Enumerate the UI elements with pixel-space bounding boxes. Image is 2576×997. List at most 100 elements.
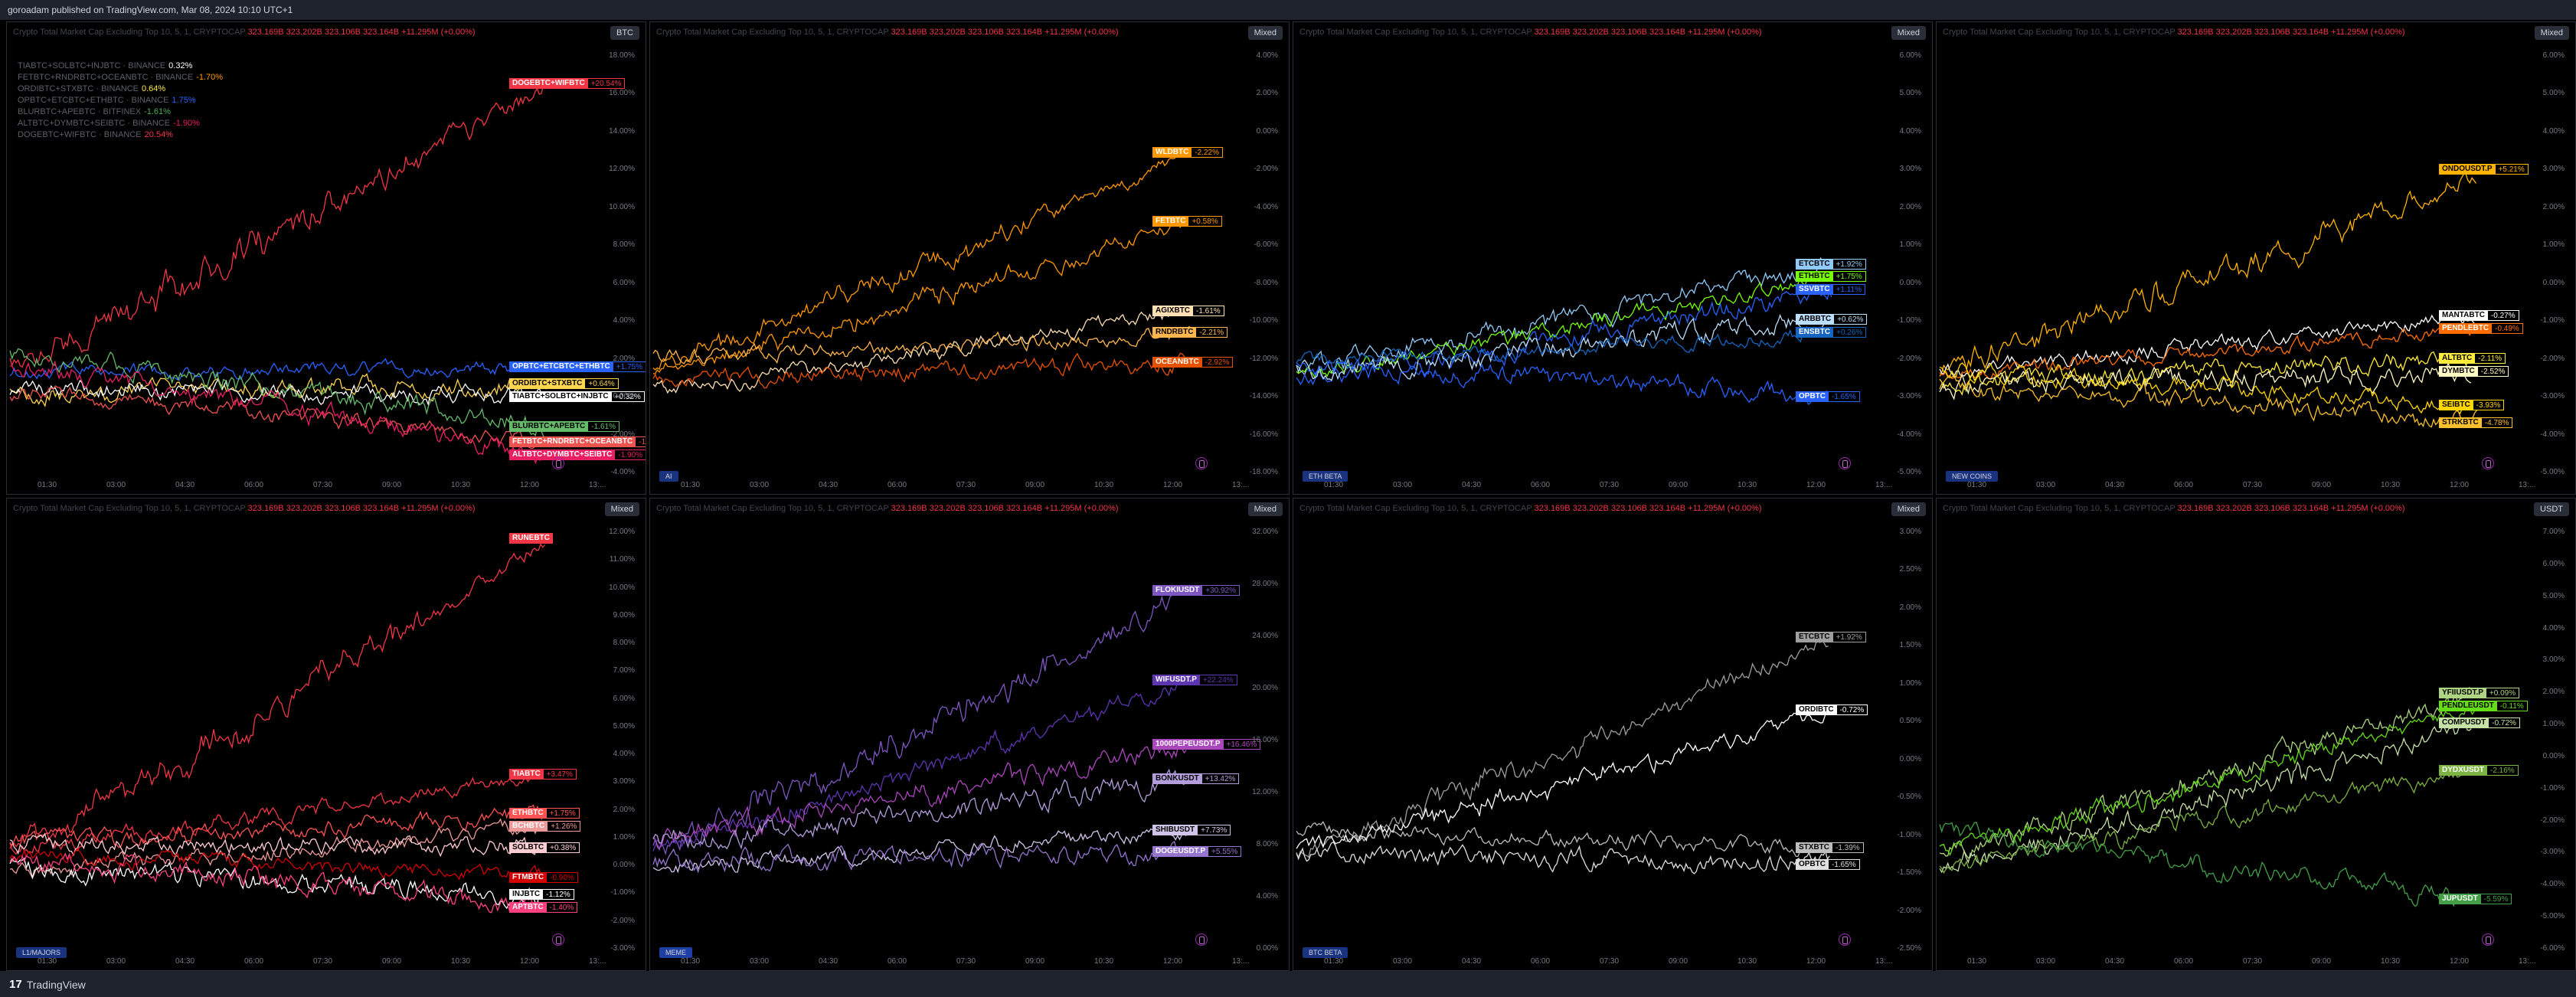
price-axis-label: -1.00% — [2540, 316, 2565, 325]
badge-symbol: ENSBTC — [1796, 327, 1834, 338]
chart-panel-8[interactable]: Crypto Total Market Cap Excluding Top 10… — [1936, 498, 2576, 971]
price-axis-label: -10.00% — [1249, 316, 1278, 325]
chart-panel-2[interactable]: Crypto Total Market Cap Excluding Top 10… — [649, 21, 1290, 495]
replay-icon[interactable] — [552, 933, 564, 946]
price-axis-label: -1.00% — [610, 888, 635, 897]
brand-label: TradingView — [26, 978, 86, 991]
badge-percent: -1.12% — [543, 889, 574, 901]
legend-row[interactable]: BLURBTC+APEBTC · BITFINEX -1.61% — [18, 106, 223, 118]
series-line — [652, 307, 1189, 394]
replay-icon[interactable] — [552, 457, 564, 469]
legend-row[interactable]: TIABTC+SOLBTC+INJBTC · BINANCE 0.32% — [18, 60, 223, 72]
legend-row[interactable]: ORDIBTC+STXBTC · BINANCE 0.64% — [18, 83, 223, 95]
series-line — [1939, 722, 2472, 874]
time-axis-label: 03:00 — [750, 957, 770, 966]
chart-panel-1[interactable]: Crypto Total Market Cap Excluding Top 10… — [6, 21, 646, 495]
group-tag: MEME — [659, 947, 692, 958]
price-axis-label: 2.00% — [2542, 202, 2565, 211]
price-axis-label: 3.00% — [613, 777, 635, 786]
badge-symbol: WLDBTC — [1152, 147, 1192, 158]
price-axis-label: 1.00% — [2542, 720, 2565, 729]
badge-symbol: ETHBTC — [1796, 271, 1833, 283]
legend-row[interactable]: ALTBTC+DYMBTC+SEIBTC · BINANCE -1.90% — [18, 118, 223, 129]
series-line — [1296, 639, 1829, 858]
badge-symbol: ARBBTC — [1796, 314, 1835, 325]
price-axis-label: 0.00% — [2542, 278, 2565, 287]
price-axis-label: 20.00% — [1252, 684, 1278, 692]
price-axis-label: 2.00% — [1256, 89, 1278, 98]
time-axis-label: 13:... — [2519, 957, 2536, 966]
replay-icon[interactable] — [1839, 457, 1851, 469]
legend-row[interactable]: DOGEBTC+WIFBTC · BINANCE 20.54% — [18, 129, 223, 141]
price-plot[interactable] — [650, 22, 1290, 495]
badge-percent: +1.11% — [1832, 284, 1866, 296]
price-axis-label: 16.00% — [609, 89, 635, 98]
time-axis-label: 01:30 — [1324, 957, 1344, 966]
replay-icon[interactable] — [1839, 933, 1851, 946]
price-axis-label: -2.00% — [2540, 816, 2565, 825]
chart-panel-7[interactable]: Crypto Total Market Cap Excluding Top 10… — [1293, 498, 1933, 971]
legend-value: 1.75% — [172, 96, 196, 105]
time-axis-label: 13:... — [589, 481, 606, 489]
time-axis-label: 06:00 — [244, 481, 264, 489]
series-price-badge: 1000PEPEUSDT.P +16.46% — [1152, 739, 1261, 750]
price-axis-label: -3.00% — [2540, 392, 2565, 401]
chart-panel-3[interactable]: Crypto Total Market Cap Excluding Top 10… — [1293, 21, 1933, 495]
badge-symbol: MANTABTC — [2439, 309, 2488, 321]
time-axis-label: 01:30 — [681, 481, 701, 489]
price-axis-label: 0.00% — [613, 392, 635, 401]
time-axis-label: 07:30 — [2243, 481, 2263, 489]
series-price-badge: ONDOUSDT.P +5.21% — [2439, 164, 2529, 175]
badge-symbol: YFIIUSDT.P — [2439, 688, 2486, 698]
badge-symbol: STXBTC — [1796, 842, 1832, 853]
badge-symbol: PENDLEBTC — [2439, 322, 2493, 334]
publish-info: goroadam published on TradingView.com, M… — [8, 5, 293, 15]
price-axis-label: 28.00% — [1252, 580, 1278, 588]
badge-percent: -1.65% — [1829, 391, 1860, 403]
badge-symbol: 1000PEPEUSDT.P — [1152, 739, 1224, 750]
badge-percent: +1.75% — [546, 807, 580, 819]
series-line — [652, 150, 1185, 371]
price-axis-label: 5.00% — [2542, 89, 2565, 98]
price-axis-label: -2.00% — [2540, 354, 2565, 363]
legend-row[interactable]: OPBTC+ETCBTC+ETHBTC · BINANCE 1.75% — [18, 95, 223, 106]
series-price-badge: ETHBTC +1.75% — [509, 807, 580, 819]
tradingview-brand[interactable]: 17 TradingView — [9, 978, 86, 991]
replay-icon[interactable] — [2482, 457, 2494, 469]
chart-panel-5[interactable]: Crypto Total Market Cap Excluding Top 10… — [6, 498, 646, 971]
replay-icon[interactable] — [1195, 457, 1208, 469]
badge-symbol: INJBTC — [509, 889, 544, 901]
price-plot[interactable] — [1293, 498, 1933, 971]
price-axis-label: 12.00% — [609, 165, 635, 174]
series-price-badge: BCHBTC +1.26% — [509, 820, 581, 832]
time-axis-label: 01:30 — [681, 957, 701, 966]
price-axis-label: -18.00% — [1249, 468, 1278, 476]
price-plot[interactable] — [650, 498, 1290, 971]
legend-value: 0.32% — [168, 61, 193, 70]
badge-percent: -1.61% — [1193, 306, 1224, 317]
price-axis-label: 6.00% — [1899, 51, 1921, 60]
time-axis-label: 03:00 — [750, 481, 770, 489]
tradingview-logo-icon: 17 — [9, 978, 22, 991]
badge-symbol: STRKBTC — [2439, 417, 2482, 428]
legend-value: -1.90% — [173, 119, 200, 128]
time-axis-label: 10:30 — [2381, 481, 2401, 489]
price-axis-label: 2.00% — [2542, 688, 2565, 697]
badge-symbol: BCHBTC — [509, 820, 548, 832]
badge-symbol: WIFUSDT.P — [1152, 675, 1200, 686]
legend-value: 0.64% — [142, 84, 166, 93]
chart-panel-6[interactable]: Crypto Total Market Cap Excluding Top 10… — [649, 498, 1290, 971]
time-axis-label: 12:00 — [1163, 957, 1183, 966]
price-axis-label: 7.00% — [613, 666, 635, 675]
time-axis-label: 13:... — [2519, 481, 2536, 489]
time-axis-label: 09:00 — [1669, 957, 1688, 966]
badge-percent: +0.58% — [1188, 215, 1222, 227]
time-axis-label: 09:00 — [1669, 481, 1688, 489]
legend-row[interactable]: FETBTC+RNDRBTC+OCEANBTC · BINANCE -1.70% — [18, 72, 223, 83]
price-axis-label: -12.00% — [1249, 354, 1278, 363]
replay-icon[interactable] — [2482, 933, 2494, 946]
replay-icon[interactable] — [1195, 933, 1208, 946]
chart-panel-4[interactable]: Crypto Total Market Cap Excluding Top 10… — [1936, 21, 2576, 495]
series-line — [9, 847, 542, 883]
badge-symbol: RUNEBTC — [509, 533, 553, 544]
